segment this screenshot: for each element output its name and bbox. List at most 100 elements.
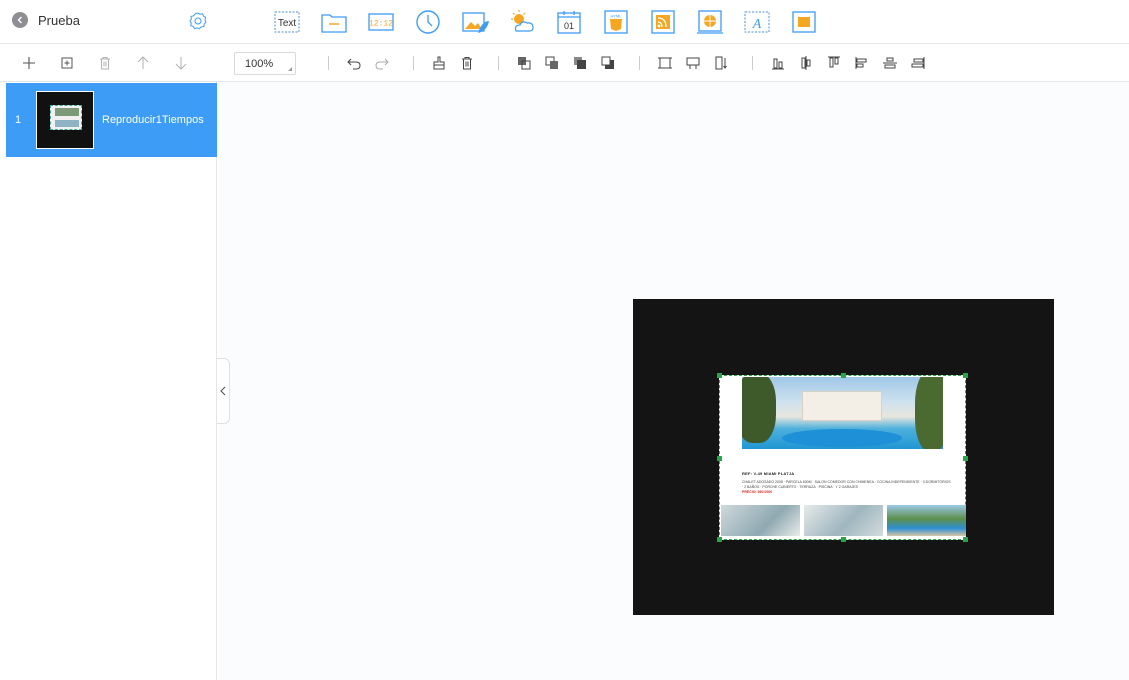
align-center-horizontal-button[interactable] <box>795 52 817 74</box>
marquee-text-label: A <box>752 17 762 32</box>
delete-element-button[interactable] <box>456 52 478 74</box>
gear-icon[interactable] <box>188 11 208 31</box>
color-block-icon <box>792 11 816 33</box>
toolbar-divider <box>413 56 414 70</box>
copy-icon <box>61 57 73 69</box>
align-center-icon <box>801 56 811 70</box>
color-block-widget-button[interactable] <box>787 5 821 39</box>
date-widget-label: 01 <box>564 21 574 31</box>
marquee-text-widget-button[interactable]: A <box>740 5 774 39</box>
image-widget-button[interactable] <box>458 5 492 39</box>
element-tools <box>328 52 935 74</box>
fit-width-icon <box>686 57 700 69</box>
clear-canvas-button[interactable] <box>428 52 450 74</box>
globe-icon <box>697 10 723 34</box>
html-icon: HTML <box>604 10 628 34</box>
listing-description: CHALET ADOSADO 2008 · PARCELA 600M · SAL… <box>742 480 951 489</box>
toolbar-divider <box>498 56 499 70</box>
interior-photo <box>721 505 800 536</box>
redo-icon <box>375 58 389 70</box>
move-slide-down-button[interactable] <box>170 52 192 74</box>
zoom-select[interactable]: 100% <box>234 52 296 75</box>
align-right-icon <box>911 57 925 69</box>
toolbar-divider <box>328 56 329 70</box>
text-widget-label: Text <box>278 18 297 29</box>
send-to-back-button[interactable] <box>597 52 619 74</box>
listing-thumbnails <box>721 505 966 536</box>
send-backward-button[interactable] <box>541 52 563 74</box>
resize-handle-left[interactable] <box>717 456 722 461</box>
folder-icon <box>321 14 347 33</box>
align-top-button[interactable] <box>823 52 845 74</box>
text-widget-button[interactable]: Text <box>270 5 304 39</box>
resize-handle-top-left[interactable] <box>717 373 722 378</box>
bring-forward-button[interactable] <box>513 52 535 74</box>
kitchen-photo <box>804 505 883 536</box>
house-photo <box>742 377 943 449</box>
rss-widget-button[interactable] <box>646 5 680 39</box>
bring-forward-icon <box>518 57 531 70</box>
align-left-button[interactable] <box>851 52 873 74</box>
add-slide-button[interactable] <box>18 52 40 74</box>
fit-canvas-icon <box>658 57 672 69</box>
html-widget-button[interactable]: HTML <box>599 5 633 39</box>
trash-icon <box>100 57 110 70</box>
widget-toolbar: Text 12:12 01 HTML A <box>270 5 821 39</box>
send-to-back-icon <box>601 56 614 69</box>
listing-text: REF: V-49 MIAMI PLATJA CHALET ADOSADO 20… <box>742 471 952 494</box>
align-left-icon <box>855 57 867 69</box>
undo-icon <box>347 58 361 70</box>
slide-tools <box>18 52 192 74</box>
folder-widget-button[interactable] <box>317 5 351 39</box>
move-slide-up-button[interactable] <box>132 52 154 74</box>
slide-number: 1 <box>15 114 22 126</box>
web-widget-button[interactable] <box>693 5 727 39</box>
fit-width-button[interactable] <box>682 52 704 74</box>
fit-canvas-button[interactable] <box>654 52 676 74</box>
arrow-up-icon <box>137 56 149 69</box>
align-top-icon <box>828 56 840 68</box>
resize-handle-right[interactable] <box>963 456 968 461</box>
fit-height-button[interactable] <box>710 52 732 74</box>
digital-clock-widget-button[interactable]: 12:12 <box>364 5 398 39</box>
brush-icon <box>433 56 445 70</box>
listing-price: PRECIO: 360.000€ <box>742 490 773 494</box>
align-center-vertical-button[interactable] <box>879 52 901 74</box>
analog-clock-icon <box>416 10 440 34</box>
weather-widget-button[interactable] <box>505 5 539 39</box>
digital-clock-label: 12:12 <box>369 20 393 29</box>
digital-clock-icon: 12:12 <box>368 13 394 31</box>
resize-handle-bottom-left[interactable] <box>717 537 722 542</box>
resize-handle-bottom-right[interactable] <box>963 537 968 542</box>
date-widget-button[interactable]: 01 <box>552 5 586 39</box>
undo-button[interactable] <box>343 52 365 74</box>
resize-handle-top-right[interactable] <box>963 373 968 378</box>
edit-toolbar: 100% <box>0 43 1129 82</box>
arrow-down-icon <box>175 57 187 70</box>
send-backward-icon <box>545 56 558 69</box>
slide-thumbnail <box>36 91 94 149</box>
redo-button[interactable] <box>371 52 393 74</box>
weather-icon <box>511 10 534 32</box>
toolbar-divider <box>752 56 753 70</box>
rss-icon <box>651 10 675 34</box>
align-right-button[interactable] <box>907 52 929 74</box>
resize-handle-bottom[interactable] <box>841 537 846 542</box>
bring-to-front-button[interactable] <box>569 52 591 74</box>
slide-list-item[interactable]: 1 Reproducir1Tiempos <box>6 83 217 157</box>
image-icon <box>462 12 489 33</box>
back-button[interactable]: Prueba <box>12 12 80 28</box>
align-bottom-button[interactable] <box>767 52 789 74</box>
duplicate-slide-button[interactable] <box>56 52 78 74</box>
pool-photo <box>887 505 966 536</box>
delete-slide-button[interactable] <box>94 52 116 74</box>
analog-clock-widget-button[interactable] <box>411 5 445 39</box>
resize-handle-top[interactable] <box>841 373 846 378</box>
plus-icon <box>23 57 35 69</box>
top-bar: Prueba Text 12:12 01 HTML A <box>0 0 1129 43</box>
collapse-sidebar-button[interactable] <box>217 358 230 424</box>
calendar-icon: 01 <box>557 11 581 34</box>
align-bottom-icon <box>772 58 784 70</box>
fit-height-icon <box>715 56 727 70</box>
image-element[interactable]: REF: V-49 MIAMI PLATJA CHALET ADOSADO 20… <box>717 373 968 542</box>
